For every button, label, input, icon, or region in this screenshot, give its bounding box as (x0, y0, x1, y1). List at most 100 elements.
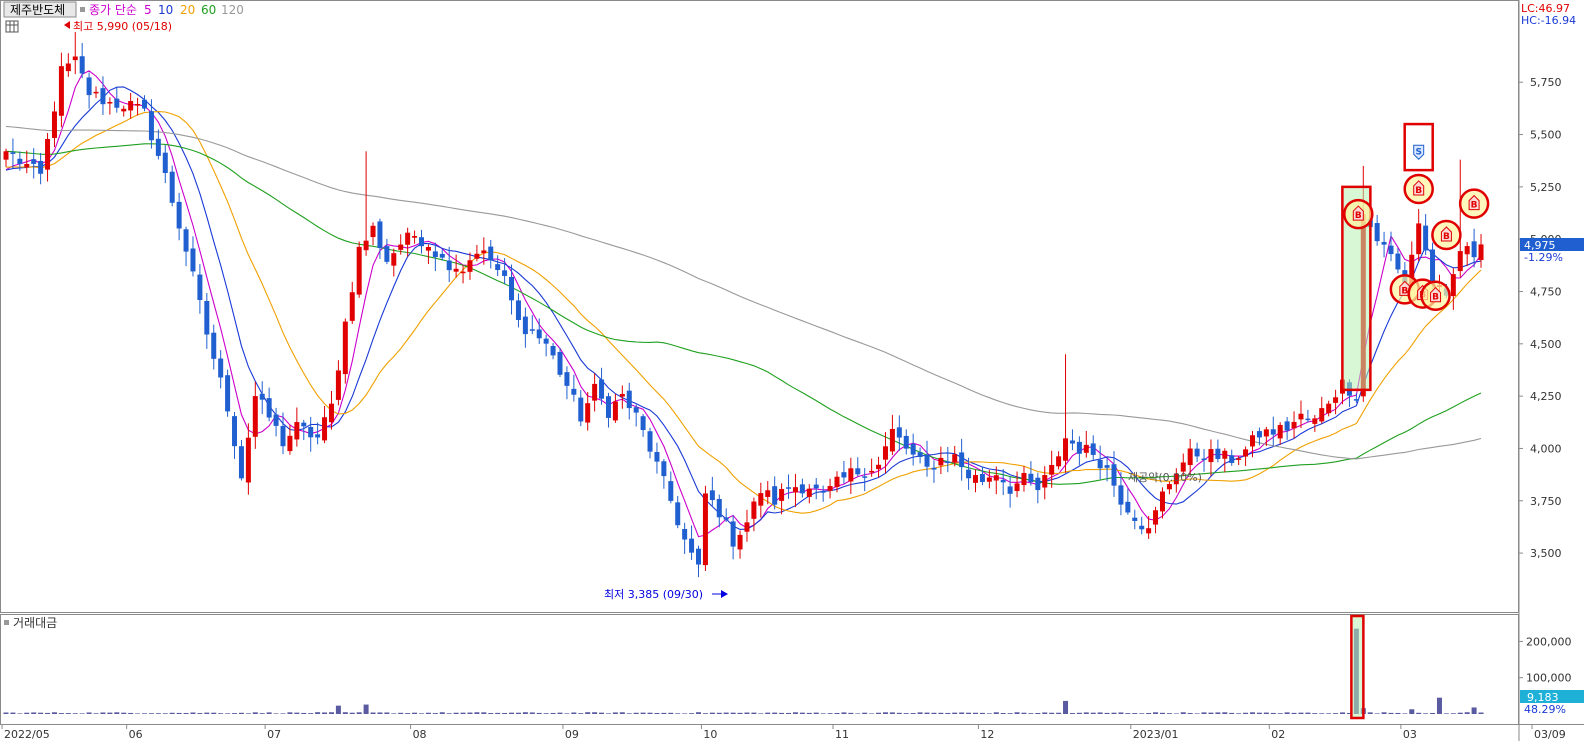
volume-bar (1291, 712, 1297, 714)
volume-bar (1270, 712, 1276, 714)
volume-bar (924, 712, 930, 714)
volume-bar (24, 712, 30, 714)
candle-body (1471, 241, 1477, 258)
volume-bar (1076, 712, 1082, 714)
volume-bar (502, 712, 508, 714)
table-icon[interactable] (5, 20, 19, 33)
candle-body (876, 464, 882, 470)
candle-body (779, 488, 785, 501)
candle-body (419, 237, 424, 247)
candle-body (349, 292, 355, 321)
sell-tag-text: S (1415, 147, 1421, 157)
volume-bar (349, 712, 355, 714)
volume-bar (460, 712, 466, 714)
volume-bar (1236, 713, 1242, 714)
volume-bar (135, 713, 141, 714)
volume-bar (1194, 713, 1200, 714)
candle-body (1049, 464, 1055, 475)
volume-bar (1478, 712, 1484, 714)
candle-body (31, 159, 37, 164)
stock-name: 제주반도체 (10, 3, 65, 17)
candle-body (3, 151, 9, 160)
candle-body (522, 316, 528, 335)
candle-body (1291, 421, 1297, 429)
date-tick-label: 07 (267, 728, 281, 741)
candle-body (114, 98, 120, 108)
candle-body (1416, 223, 1422, 255)
volume-bar (1305, 712, 1311, 714)
volume-bar (737, 712, 743, 714)
volume-bar (813, 712, 819, 714)
candle-body (391, 253, 397, 266)
candle-body (827, 486, 833, 491)
candle-body (1069, 440, 1075, 444)
candle-body (1201, 458, 1207, 461)
candle-body (806, 488, 812, 497)
candle-body (1277, 424, 1283, 439)
volume-bar (605, 713, 611, 714)
candle-body (543, 338, 549, 344)
candle-body (702, 493, 708, 566)
price-tick-label: 5,750 (1530, 76, 1562, 89)
candle-body (979, 473, 985, 482)
volume-bar (114, 712, 120, 714)
candle-body (682, 529, 688, 540)
volume-bar (862, 712, 868, 714)
candle-body (1423, 225, 1429, 251)
volume-bar (1312, 713, 1318, 714)
volume-bar (1436, 697, 1442, 714)
candle-body (488, 246, 494, 261)
candle-body (675, 502, 681, 526)
candle-body (959, 452, 965, 468)
low-label: 최저 3,385 (09/30) (604, 588, 703, 601)
candle-body (1132, 517, 1138, 521)
volume-bar (204, 712, 210, 714)
volume-bar (252, 712, 258, 714)
candle-body (931, 467, 937, 470)
candle-body (1236, 458, 1242, 460)
volume-bar (1111, 712, 1117, 714)
candle-body (550, 346, 556, 356)
candle-body (986, 477, 992, 482)
candle (557, 347, 563, 377)
candle-body (24, 163, 30, 168)
candle-body (1263, 429, 1269, 437)
candle (225, 369, 231, 417)
candle-body (204, 300, 210, 335)
candle-body (322, 417, 328, 441)
volume-bar (848, 712, 854, 714)
volume-bar (45, 712, 51, 714)
volume-bar (509, 712, 515, 714)
candle-body (786, 487, 792, 489)
candle-body (377, 221, 383, 249)
candle-body (619, 393, 625, 397)
candle-body (259, 393, 265, 400)
candle-body (1118, 485, 1124, 505)
volume-bar (1298, 712, 1304, 714)
price-tick-label: 5,500 (1530, 129, 1562, 142)
candle-body (910, 443, 916, 455)
candle-body (765, 490, 771, 497)
candle-body (1159, 491, 1165, 512)
volume-bar (599, 712, 605, 714)
candle-body (142, 99, 147, 109)
volume-bar (280, 713, 286, 714)
volume-bar (169, 712, 175, 714)
candle-body (1028, 473, 1034, 483)
ma-period-60: 60 (201, 3, 216, 17)
candle-body (571, 388, 577, 395)
candle-body (453, 268, 459, 272)
candle-body (439, 253, 445, 258)
volume-bar (425, 712, 431, 714)
volume-bar (993, 712, 999, 714)
candle-body (536, 329, 542, 339)
candle-body (335, 370, 341, 400)
volume-bar (1277, 713, 1283, 714)
candle-body (148, 111, 154, 141)
volume-bar (128, 712, 134, 714)
candle-body (1374, 223, 1380, 242)
candle-body (626, 390, 632, 409)
volume-bar (522, 712, 528, 714)
volume-bar (197, 713, 203, 714)
date-tick-label: 2023/01 (1133, 728, 1179, 741)
